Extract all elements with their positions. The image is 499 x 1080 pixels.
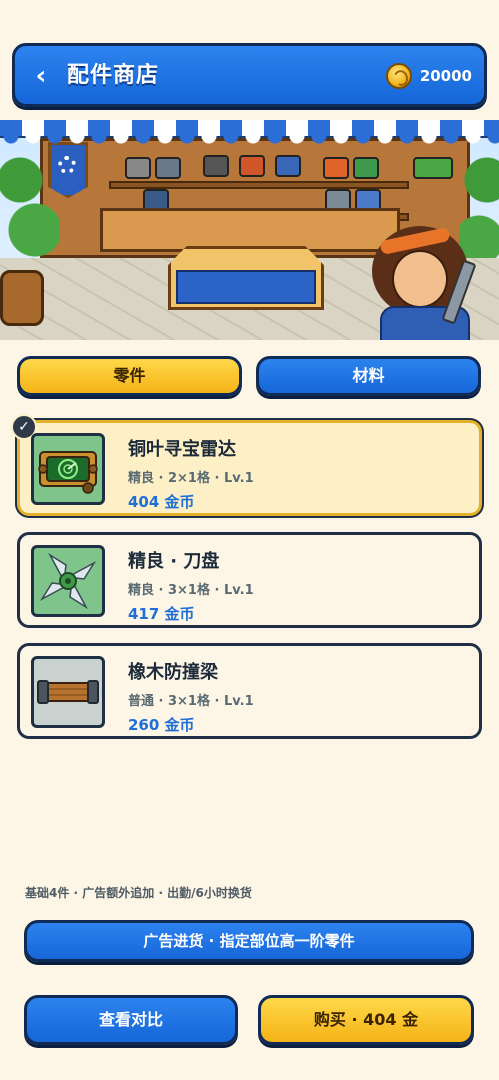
chevron-left-icon: ‹ [35, 61, 47, 91]
blade-disc-icon [39, 552, 97, 610]
tab-parts[interactable]: 零件 [17, 356, 242, 396]
gear-icon [58, 156, 76, 174]
bumper-beam-icon [37, 680, 99, 704]
shelf [109, 181, 409, 189]
gear-icon [125, 157, 151, 179]
item-meta: 精良 · 3×1格 · Lv.1 [128, 583, 254, 598]
engine-icon [203, 155, 229, 177]
item-price: 417 金币 [128, 605, 195, 623]
mechanic-face [392, 250, 448, 308]
tab-materials[interactable]: 材料 [256, 356, 481, 396]
item-thumbnail [31, 433, 105, 505]
radar-icon [38, 451, 98, 494]
item-name: 精良 · 刀盘 [128, 551, 220, 572]
shop-awning-edge [0, 136, 499, 144]
ad-restock-button[interactable]: 广告进货 · 指定部位高一阶零件 [24, 920, 474, 962]
header-bar: ‹ 配件商店 20000 [12, 43, 487, 107]
coin-balance: 20000 [385, 59, 472, 93]
gear-icon [155, 157, 181, 179]
display-platform-front [176, 270, 316, 304]
shop-item-card[interactable]: 橡木防撞梁 普通 · 3×1格 · Lv.1 260 金币 [17, 643, 482, 739]
shop-counter [100, 208, 400, 252]
compare-button[interactable]: 查看对比 [24, 995, 238, 1045]
shop-item-card[interactable]: ✓ 铜叶寻宝雷达 精良 · 2×1格 · Lv.1 404 金币 [11, 414, 482, 516]
part-box-icon [353, 157, 379, 179]
back-button[interactable]: ‹ [27, 60, 55, 92]
item-name: 铜叶寻宝雷达 [128, 439, 236, 460]
item-price: 404 金币 [128, 493, 195, 511]
engine-icon [275, 155, 301, 177]
item-thumbnail [31, 545, 105, 617]
restock-info-text: 基础4件 · 广告额外追加 · 出勤/6小时换货 [25, 886, 252, 900]
page-title: 配件商店 [67, 63, 160, 88]
item-price: 260 金币 [128, 716, 195, 734]
shop-item-card[interactable]: 精良 · 刀盘 精良 · 3×1格 · Lv.1 417 金币 [17, 532, 482, 628]
shop-banner-illustration [0, 120, 499, 340]
item-meta: 普通 · 3×1格 · Lv.1 [128, 694, 254, 709]
gold-coin-icon [385, 63, 412, 89]
item-meta: 精良 · 2×1格 · Lv.1 [128, 471, 254, 486]
buy-button[interactable]: 购买 · 404 金 [258, 995, 474, 1045]
item-thumbnail [31, 656, 105, 728]
plant-icon [413, 157, 453, 179]
part-box-icon [323, 157, 349, 179]
engine-icon [239, 155, 265, 177]
barrel-icon [0, 270, 44, 326]
coin-amount: 20000 [419, 67, 472, 85]
item-name: 橡木防撞梁 [128, 662, 218, 683]
